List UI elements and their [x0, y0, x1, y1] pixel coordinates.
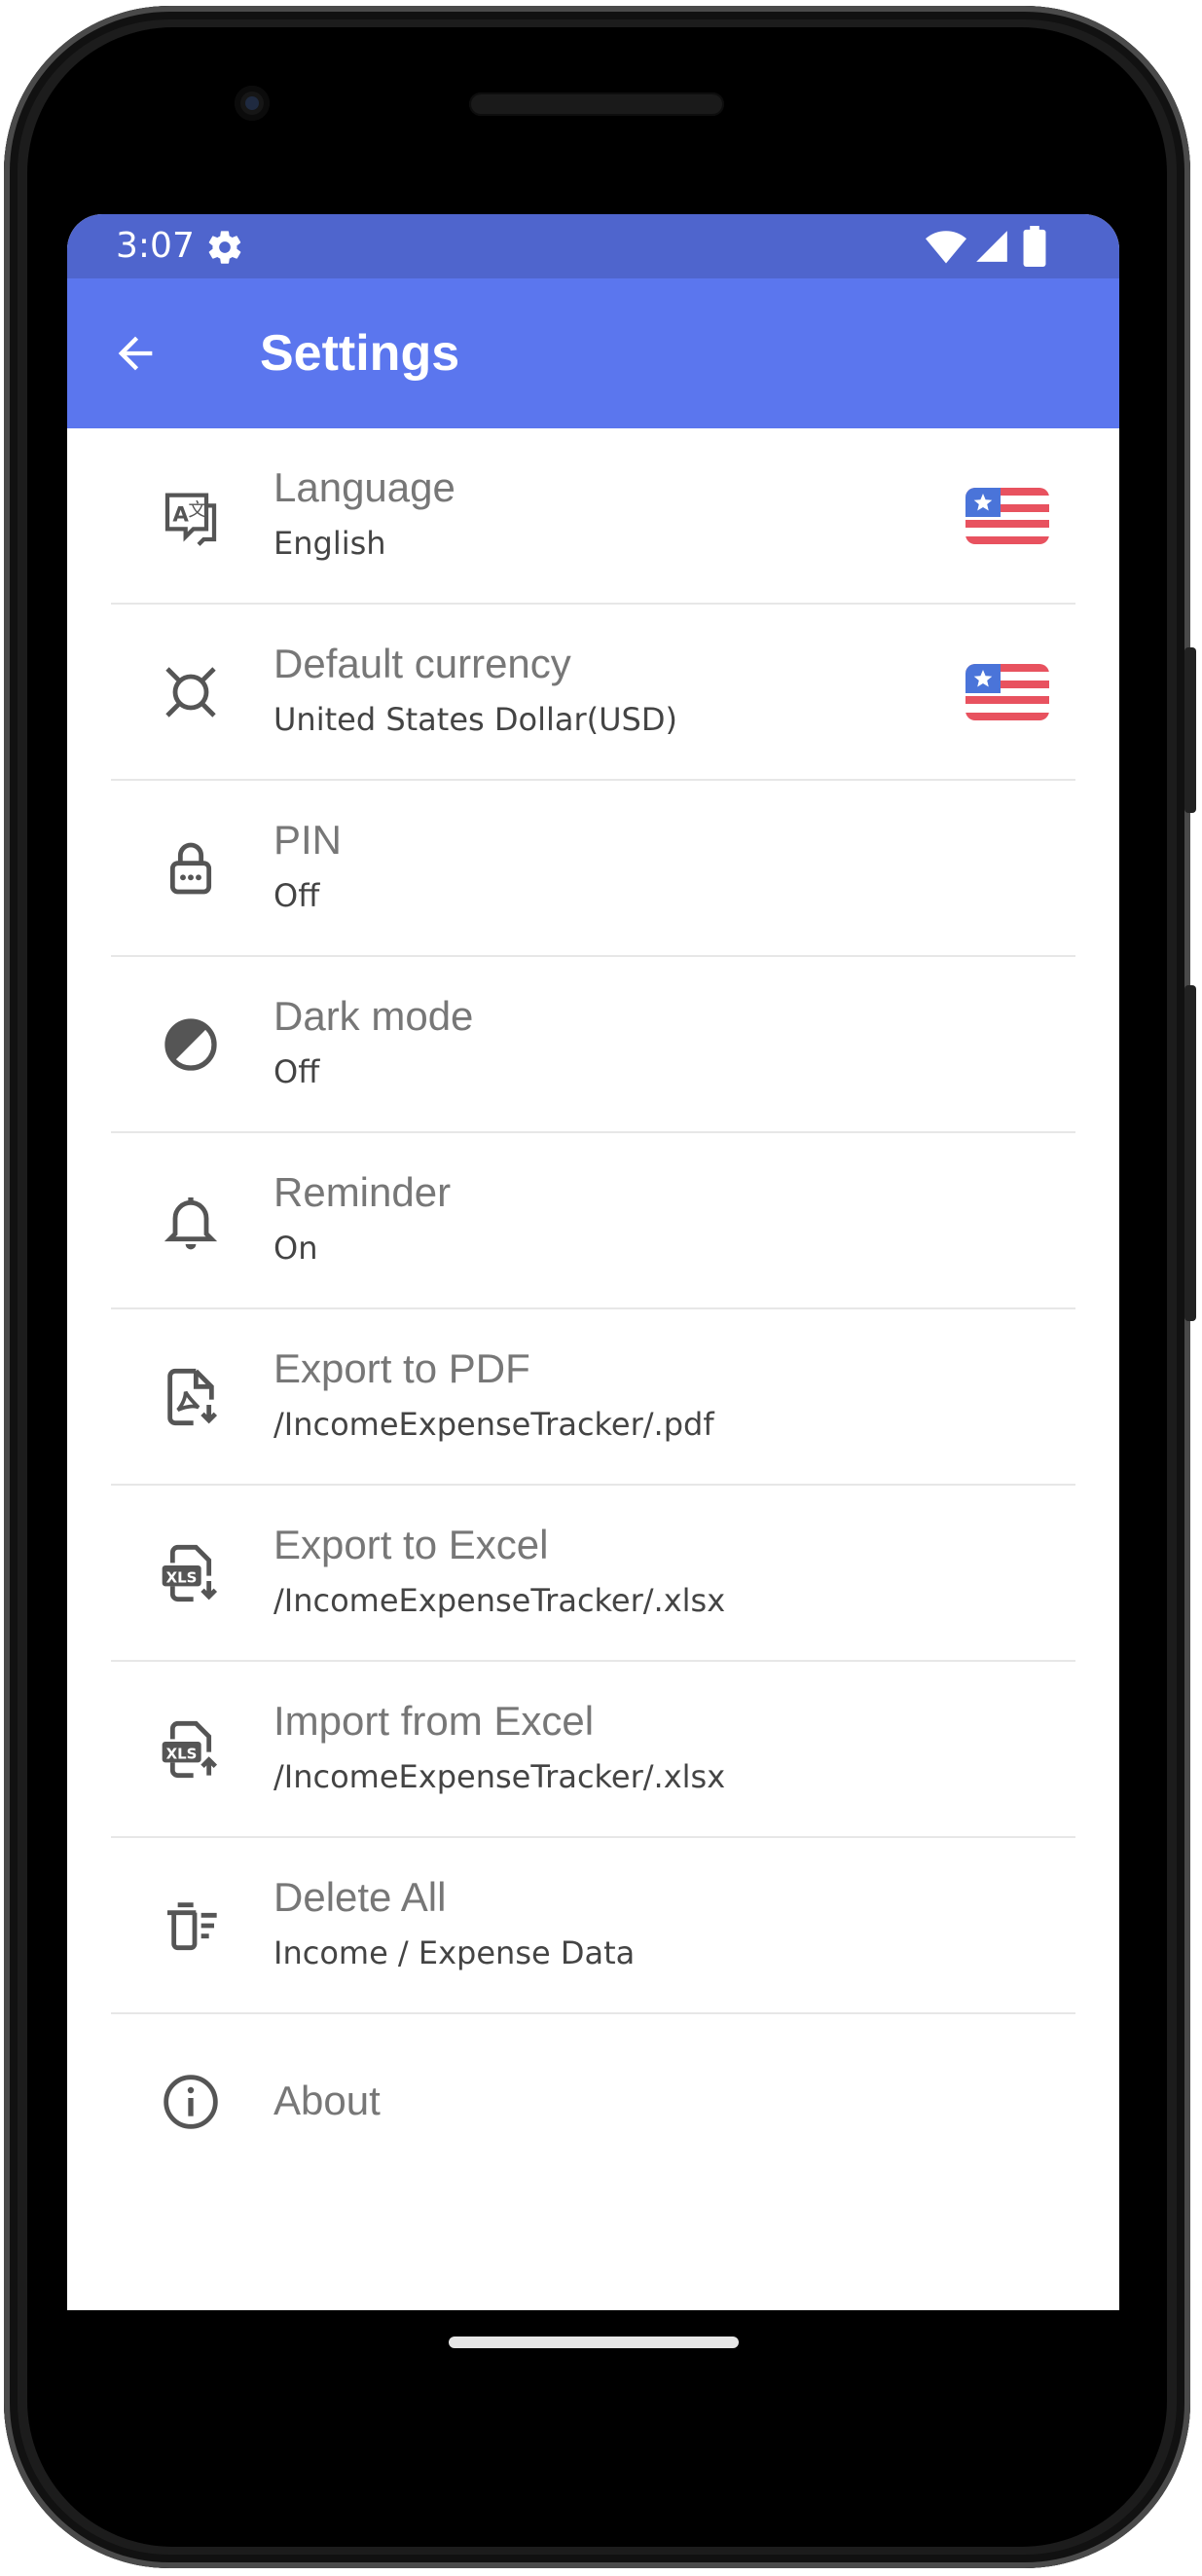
setting-value: Off — [273, 1053, 320, 1090]
info-icon — [164, 2074, 218, 2129]
screen: 3:07 Settings A 文 Language English Defau… — [67, 214, 1119, 2310]
setting-title: Language — [273, 464, 455, 510]
setting-title: Export to Excel — [273, 1522, 549, 1567]
translate-icon: A 文 — [164, 493, 217, 546]
setting-title: Default currency — [273, 641, 571, 686]
pdf-export-icon — [167, 1368, 218, 1425]
setting-value: /IncomeExpenseTracker/.xlsx — [273, 1582, 726, 1619]
setting-value: Income / Expense Data — [273, 1934, 636, 1971]
gear-icon — [208, 231, 241, 264]
setting-title: Export to PDF — [273, 1345, 530, 1391]
us-flag-icon — [965, 663, 1049, 720]
setting-pin[interactable]: PIN Off — [111, 781, 1075, 957]
wifi-icon — [926, 231, 966, 264]
setting-language[interactable]: A 文 Language English — [111, 428, 1075, 605]
xls-import-icon: XLS — [162, 1720, 218, 1778]
signal-icon — [976, 231, 1007, 262]
svg-text:XLS: XLS — [166, 1568, 198, 1586]
setting-export-excel[interactable]: XLS Export to Excel /IncomeExpenseTracke… — [111, 1486, 1075, 1662]
page-title: Settings — [260, 325, 460, 382]
svg-text:A: A — [172, 502, 189, 527]
front-camera — [235, 86, 270, 121]
currency-icon — [165, 666, 216, 718]
back-button[interactable] — [96, 314, 174, 392]
setting-delete-all[interactable]: Delete All Income / Expense Data — [111, 1838, 1075, 2014]
setting-value: Off — [273, 877, 320, 914]
earpiece-speaker — [469, 92, 724, 116]
arrow-back-icon[interactable] — [110, 328, 161, 379]
setting-dark-mode[interactable]: Dark mode Off — [111, 957, 1075, 1133]
setting-value: /IncomeExpenseTracker/.pdf — [273, 1406, 714, 1443]
setting-value: English — [273, 525, 386, 562]
setting-export-pdf[interactable]: Export to PDF /IncomeExpenseTracker/.pdf — [111, 1309, 1075, 1486]
setting-title: Reminder — [273, 1169, 452, 1215]
setting-currency[interactable]: Default currency United States Dollar(US… — [111, 605, 1075, 781]
setting-title: Delete All — [273, 1874, 447, 1920]
xls-export-icon: XLS — [162, 1544, 218, 1601]
setting-title: Import from Excel — [273, 1698, 595, 1744]
setting-about[interactable]: About — [111, 2014, 1075, 2189]
volume-button — [1184, 647, 1196, 813]
setting-value: /IncomeExpenseTracker/.xlsx — [273, 1758, 726, 1795]
power-button — [1184, 985, 1196, 1321]
setting-title: PIN — [273, 817, 343, 863]
lock-icon — [169, 842, 212, 894]
status-bar: 3:07 — [67, 214, 1119, 278]
setting-reminder[interactable]: Reminder On — [111, 1133, 1075, 1309]
settings-list: A 文 Language English Default currency Un… — [67, 428, 1119, 2189]
svg-text:XLS: XLS — [166, 1745, 198, 1762]
home-indicator[interactable] — [449, 2337, 739, 2348]
delete-sweep-icon — [167, 1901, 217, 1950]
setting-import-excel[interactable]: XLS Import from Excel /IncomeExpenseTrac… — [111, 1662, 1075, 1838]
us-flag-icon — [965, 487, 1049, 544]
setting-value: On — [273, 1230, 318, 1267]
setting-title: Dark mode — [273, 993, 474, 1039]
bell-icon — [164, 1196, 218, 1249]
setting-title: About — [273, 2078, 381, 2123]
setting-value: United States Dollar(USD) — [273, 701, 677, 738]
app-bar: Settings — [67, 278, 1119, 428]
status-time: 3:07 — [116, 226, 195, 266]
contrast-icon — [164, 1017, 217, 1071]
battery-icon — [1023, 226, 1046, 267]
svg-text:文: 文 — [188, 500, 206, 521]
